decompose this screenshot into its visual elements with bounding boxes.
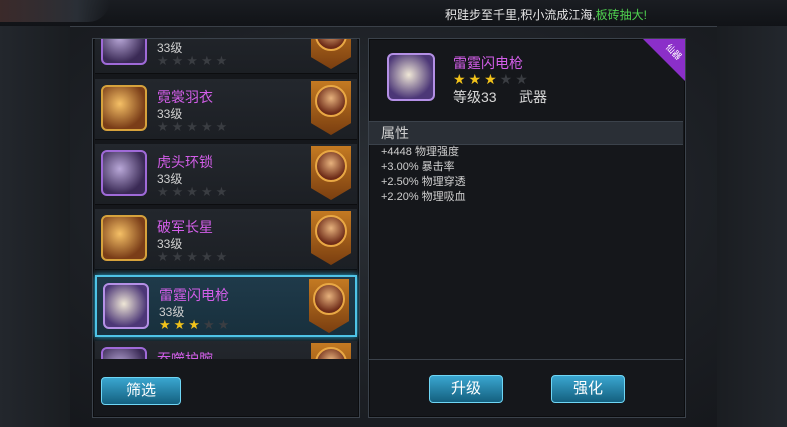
equipment-list-panel: 33级 ★★★★★ 霓裳羽衣 33级 ★★★★★ 虎头环锁 33级 ★★★★★ … [92,38,360,418]
item-name: 破军长星 [157,219,213,235]
equipment-list[interactable]: 33级 ★★★★★ 霓裳羽衣 33级 ★★★★★ 虎头环锁 33级 ★★★★★ … [93,39,359,359]
hero-badge [311,343,351,359]
enhance-button[interactable]: 强化 [551,375,625,403]
hero-portrait-icon [315,39,347,51]
star-rating: ★★★★★ [157,53,231,68]
top-banner: 积跬步至千里,积小流成江海,板砖抽大! [0,0,787,27]
attribute-line: +3.00% 暴击率 [381,161,455,173]
hero-portrait-icon [313,283,345,315]
list-item-selected[interactable]: 雷霆闪电枪 33级 ★★★★★ [95,275,357,337]
announcement-highlight: 板砖抽大! [595,8,647,22]
hero-portrait-icon [315,347,347,359]
left-frame-ornament [0,26,70,427]
hero-portrait-icon [315,85,347,117]
star-rating: ★★★★★ [157,249,231,264]
armor-icon [101,39,147,65]
upgrade-button[interactable]: 升级 [429,375,503,403]
right-frame-ornament [717,26,787,427]
hero-portrait-icon [315,150,347,182]
detail-item-name: 雷霆闪电枪 [453,55,523,71]
hero-badge [309,279,349,333]
list-item[interactable]: 破军长星 33级 ★★★★★ [95,209,357,270]
list-item[interactable]: 虎头环锁 33级 ★★★★★ [95,144,357,205]
item-name: 霓裳羽衣 [157,89,213,105]
spear-icon [387,53,435,101]
top-ornament [0,0,110,22]
list-item[interactable]: 霓裳羽衣 33级 ★★★★★ [95,79,357,140]
item-name: 雷霆闪电枪 [159,287,229,303]
spear-icon [103,283,149,329]
chain-armor-icon [101,150,147,196]
attribute-line: +2.50% 物理穿透 [381,176,466,188]
hero-badge [311,39,351,69]
detail-level: 等级33 [453,89,497,105]
hero-badge [311,81,351,135]
rarity-tag [643,39,685,81]
robe-icon [101,85,147,131]
item-detail-panel: 雷霆闪电枪 ★★★★★ 等级33 武器 仙器 属性 +4448 物理强度 +3.… [368,38,686,418]
star-rating: ★★★★★ [157,184,231,199]
announcement-text: 积跬步至千里,积小流成江海, [444,8,596,22]
list-item[interactable]: 33级 ★★★★★ [95,39,357,74]
attributes-header: 属性 [369,121,683,145]
bracer-icon [101,347,147,359]
hero-portrait-icon [315,215,347,247]
filter-button[interactable]: 筛选 [101,377,181,405]
detail-type: 武器 [519,89,547,105]
attributes-list: +4448 物理强度 +3.00% 暴击率 +2.50% 物理穿透 +2.20%… [381,145,466,205]
item-name: 虎头环锁 [157,154,213,170]
announcement-marquee: 积跬步至千里,积小流成江海,板砖抽大! [445,6,647,23]
shield-icon [101,215,147,261]
item-name: 吞噬护腕 [157,351,213,359]
detail-star-rating: ★★★★★ [453,71,531,87]
list-item[interactable]: 吞噬护腕 [95,341,357,359]
hero-badge [311,211,351,265]
star-rating: ★★★★★ [157,119,231,134]
hero-badge [311,146,351,200]
star-rating: ★★★★★ [159,317,233,332]
attribute-line: +2.20% 物理吸血 [381,191,466,203]
divider [369,359,683,360]
attribute-line: +4448 物理强度 [381,146,459,158]
